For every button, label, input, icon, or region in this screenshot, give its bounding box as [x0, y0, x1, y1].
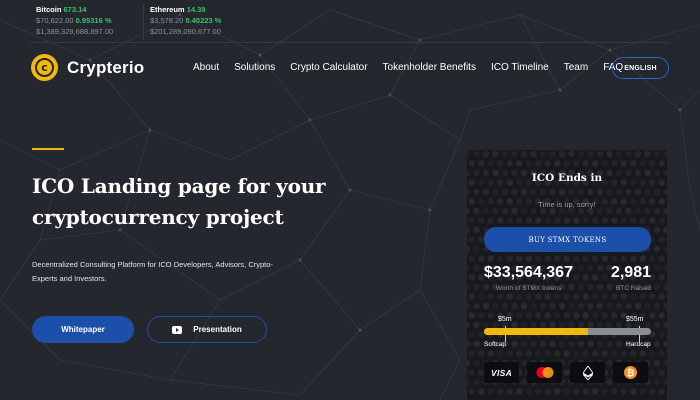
hardcap-marker: $55m — [626, 316, 644, 323]
ticker-item-ethereum[interactable]: Ethereum 14.39 $3,578.20 0.40223 % $201,… — [143, 4, 273, 40]
payment-methods: VISA ₿ — [484, 362, 648, 383]
ticker-item-bitcoin[interactable]: Bitcoin 673.14 $70,622.00 0.95316 % $1,3… — [36, 4, 143, 40]
ico-countdown-card: ICO Ends in Time is up, sorry! BUY STMX … — [467, 150, 667, 400]
bitcoin-logo: ₿ — [624, 366, 637, 379]
tokens-raised-label: Worth of STMX tokens — [496, 285, 562, 292]
logo-glyph: c — [35, 58, 54, 77]
language-button[interactable]: ENGLISH — [612, 57, 669, 79]
landing-page: Bitcoin 673.14 $70,622.00 0.95316 % $1,3… — [0, 0, 700, 400]
brand-name: Crypterio — [67, 57, 145, 77]
tokens-raised-value: $33,564,367 — [484, 264, 573, 281]
mastercard-icon — [527, 362, 562, 383]
hardcap-label: Hardcap — [626, 341, 651, 348]
softcap-label: Softcap — [484, 341, 507, 348]
ticker-change: 0.40223 % — [185, 16, 222, 25]
ticker-price: 673.14 — [63, 5, 87, 14]
ticker-name: Ethereum — [150, 5, 185, 14]
nav-item-team[interactable]: Team — [564, 62, 588, 73]
logo-coin-icon: c — [31, 54, 58, 81]
btc-raised-stat: 2,981 BTC Raised — [591, 264, 651, 292]
hero-accent-line — [32, 148, 64, 150]
btc-raised-label: BTC Raised — [615, 285, 651, 292]
ticker-value: $70,622.00 — [36, 16, 74, 25]
ticker-price: 14.39 — [186, 5, 206, 14]
whitepaper-button[interactable]: Whitepaper — [32, 316, 134, 343]
tokens-raised-stat: $33,564,367 Worth of STMX tokens — [484, 264, 573, 292]
presentation-button[interactable]: Presentation — [147, 316, 267, 343]
hero-title-line: cryptocurrency project — [32, 205, 284, 229]
hero-title: ICO Landing page for your cryptocurrency… — [32, 171, 326, 233]
header-divider — [30, 42, 670, 43]
btc-raised-value: 2,981 — [610, 264, 651, 281]
main-nav: About Solutions Crypto Calculator Tokenh… — [193, 62, 638, 73]
nav-item-solutions[interactable]: Solutions — [234, 62, 275, 73]
whitepaper-button-label: Whitepaper — [61, 325, 105, 334]
video-play-icon — [172, 325, 183, 334]
ticker-value: $3,578.20 — [150, 16, 184, 25]
ico-status-text: Time is up, sorry! — [538, 200, 596, 209]
visa-label: VISA — [490, 367, 513, 378]
ico-card-title: ICO Ends in — [531, 172, 603, 184]
presentation-button-label: Presentation — [193, 325, 242, 334]
ethereum-icon — [570, 362, 605, 383]
softcap-marker: $5m — [498, 316, 512, 323]
funding-progress-fill — [484, 328, 588, 335]
funding-progress-bar — [484, 328, 651, 335]
hero-subtitle: Decentralized Consulting Platform for IC… — [32, 260, 273, 283]
ticker-market-cap: $201,289,090,677.00 — [150, 27, 221, 36]
buy-tokens-button[interactable]: BUY STMX TOKENS — [484, 227, 651, 252]
hero-title-line: ICO Landing page for your — [32, 174, 326, 198]
bitcoin-icon: ₿ — [613, 362, 648, 383]
svg-text:₿: ₿ — [627, 368, 634, 379]
nav-item-about[interactable]: About — [193, 62, 219, 73]
ticker-name: Bitcoin — [36, 5, 62, 14]
visa-icon: VISA — [484, 362, 519, 383]
site-logo[interactable]: c Crypterio — [31, 54, 144, 81]
ticker-change: 0.95316 % — [75, 16, 112, 25]
ticker-market-cap: $1,389,329,688,897.00 — [36, 27, 114, 36]
ethereum-logo — [582, 365, 593, 380]
nav-item-tokenholder-benefits[interactable]: Tokenholder Benefits — [383, 62, 476, 73]
nav-item-ico-timeline[interactable]: ICO Timeline — [491, 62, 549, 73]
nav-item-crypto-calculator[interactable]: Crypto Calculator — [290, 62, 367, 73]
crypto-ticker: Bitcoin 673.14 $70,622.00 0.95316 % $1,3… — [36, 4, 273, 40]
mastercard-logo — [536, 367, 553, 378]
